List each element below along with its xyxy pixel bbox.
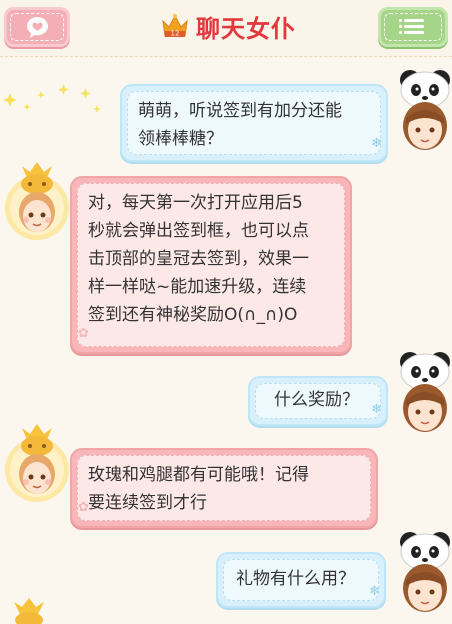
message-line: 对，每天第一次打开应用后5 <box>88 193 303 213</box>
message-text: 玫瑰和鸡腿都有可能哦！记得 要连续签到才行 <box>72 450 376 517</box>
message-line: 签到还有神秘奖励O(∩_∩)O <box>88 305 298 325</box>
snowflake-icon: ❄ <box>371 136 382 151</box>
bot-message-bubble: 对，每天第一次打开应用后5 秒就会弹出签到框，也可以点 击顶部的皇冠去签到，效果… <box>70 176 352 354</box>
message-line: 领棒棒糖？ <box>138 129 223 149</box>
menu-button[interactable] <box>378 7 448 47</box>
title-area: 12 聊天女仆 <box>160 6 296 46</box>
message-line: 要连续签到才行 <box>88 493 207 513</box>
message-text: 对，每天第一次打开应用后5 秒就会弹出签到框，也可以点 击顶部的皇冠去签到，效果… <box>72 178 350 329</box>
user-avatar <box>400 70 450 150</box>
user-message-bubble: 礼物有什么用？ ❄ <box>216 552 386 608</box>
snowflake-icon: ❄ <box>369 584 380 599</box>
message-line: 萌萌，听说签到有加分还能 <box>138 101 342 121</box>
message-text: 什么奖励？ <box>250 378 386 414</box>
message-text: 礼物有什么用？ <box>218 554 384 593</box>
header-bar: 12 聊天女仆 <box>0 0 452 57</box>
user-avatar <box>400 532 450 612</box>
flower-icon: ✿ <box>78 500 89 515</box>
bot-avatar <box>5 424 69 502</box>
bot-avatar <box>14 598 44 624</box>
chat-button[interactable] <box>4 7 70 47</box>
flower-icon: ✿ <box>78 326 89 341</box>
crown-level-text: 12 <box>171 30 180 38</box>
page-title: 聊天女仆 <box>196 14 296 43</box>
snowflake-icon: ❄ <box>371 402 382 417</box>
message-line: 击顶部的皇冠去签到，效果一 <box>88 249 309 269</box>
message-line: 礼物有什么用？ <box>236 569 355 589</box>
bot-message-bubble: 玫瑰和鸡腿都有可能哦！记得 要连续签到才行 ✿ <box>70 448 378 528</box>
user-message-bubble: 萌萌，听说签到有加分还能 领棒棒糖？ ❄ <box>120 84 388 162</box>
sparkle-decoration <box>3 84 101 113</box>
user-message-bubble: 什么奖励？ ❄ <box>248 376 388 426</box>
menu-icon <box>399 19 424 37</box>
crown-icon[interactable]: 12 <box>160 11 190 41</box>
user-avatar <box>400 352 450 432</box>
message-line: 什么奖励？ <box>274 390 359 410</box>
message-line: 样一样哒~能加速升级，连续 <box>88 277 307 297</box>
message-line: 玫瑰和鸡腿都有可能哦！记得 <box>88 465 309 485</box>
message-text: 萌萌，听说签到有加分还能 领棒棒糖？ <box>122 86 386 153</box>
bot-avatar <box>5 162 69 240</box>
message-line: 秒就会弹出签到框，也可以点 <box>88 221 309 241</box>
chat-heart-icon <box>27 17 48 38</box>
